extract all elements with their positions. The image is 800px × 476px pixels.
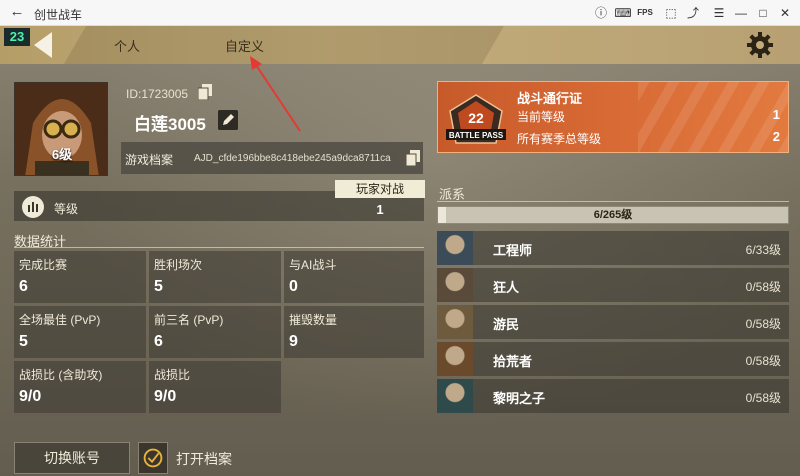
game-screen: 23 个人 自定义 6级 ID:1723005 白莲3005 游戏档案 AJD_… <box>0 26 800 476</box>
window-title: 创世战车 <box>34 8 83 22</box>
faction-progress-bar: 6/265级 <box>437 206 789 224</box>
player-level-badge: 23 <box>4 28 30 46</box>
stat-label: 战损比 <box>154 368 191 382</box>
stat-matches-completed: 完成比赛 6 <box>14 251 146 303</box>
stat-value: 9/0 <box>154 388 177 405</box>
minimize-icon[interactable]: — <box>732 4 750 22</box>
tab-personal[interactable]: 个人 <box>114 36 140 55</box>
stat-kd-assists: 战损比 (含助攻) 9/0 <box>14 361 146 413</box>
back-arrow-icon[interactable]: ← <box>8 3 26 21</box>
faction-name: 拾荒者 <box>493 354 533 369</box>
stat-value: 6 <box>19 278 28 295</box>
faction-row-scavengers[interactable]: 拾荒者 0/58级 <box>437 342 789 376</box>
copy-id-icon[interactable] <box>198 84 212 100</box>
battle-pass-emblem-icon: 22 BATTLE PASS <box>446 94 506 144</box>
edit-name-icon[interactable] <box>218 110 238 130</box>
faction-row-lunatics[interactable]: 狂人 0/58级 <box>437 268 789 302</box>
help-icon[interactable]: ⓘ <box>592 4 610 22</box>
stat-mvp: 全场最佳 (PvP) 5 <box>14 306 146 358</box>
close-icon[interactable]: ✕ <box>776 4 794 22</box>
player-name: 白莲3005 <box>134 115 206 134</box>
archive-code: AJD_cfde196bbe8c418ebe245a9dca8711ca <box>194 153 391 164</box>
stat-ai-battles: 与AI战斗 0 <box>284 251 424 303</box>
stat-label: 摧毁数量 <box>289 313 338 327</box>
menu-icon[interactable]: ☰ <box>710 4 728 22</box>
player-id: ID:1723005 <box>126 87 189 101</box>
stat-value: 0 <box>289 278 298 295</box>
keyboard-icon[interactable]: ⌨ <box>614 4 632 22</box>
stat-label: 全场最佳 (PvP) <box>19 313 101 327</box>
stat-top-three: 前三名 (PvP) 6 <box>149 306 281 358</box>
archive-label: 游戏档案 <box>125 153 174 167</box>
faction-level: 0/58级 <box>745 280 781 294</box>
window-titlebar: ← 创世战车 ⓘ ⌨ FPS ⬚ ⤴ ☰ — □ ✕ <box>0 0 800 26</box>
faction-portrait <box>437 268 473 302</box>
stat-value: 9 <box>289 333 298 350</box>
faction-name: 黎明之子 <box>493 391 546 406</box>
pin-icon[interactable]: ⤴ <box>684 4 702 22</box>
tab-custom[interactable]: 自定义 <box>225 36 264 55</box>
stat-label: 前三名 (PvP) <box>154 313 224 327</box>
faction-name: 工程师 <box>493 243 533 258</box>
stat-wins: 胜利场次 5 <box>149 251 281 303</box>
pvp-level-value: 1 <box>376 202 384 217</box>
open-archive-button[interactable]: 打开档案 <box>176 449 232 469</box>
battle-pass-total-value: 2 <box>772 129 780 144</box>
pvp-header: 玩家对战 <box>335 180 425 198</box>
stat-value: 9/0 <box>19 388 42 405</box>
stat-kd: 战损比 9/0 <box>149 361 281 413</box>
battle-pass-number: 22 <box>468 110 484 126</box>
faction-divider <box>437 201 789 202</box>
level-label: 等级 <box>54 202 79 216</box>
stat-label: 胜利场次 <box>154 258 203 272</box>
faction-name: 狂人 <box>493 280 520 295</box>
open-archive-icon[interactable] <box>138 442 168 474</box>
faction-row-engineers[interactable]: 工程师 6/33级 <box>437 231 789 265</box>
fullscreen-icon[interactable]: ⬚ <box>662 4 680 22</box>
stat-value: 5 <box>154 278 163 295</box>
battle-pass-current-value: 1 <box>772 107 780 122</box>
stats-divider <box>14 247 424 248</box>
faction-portrait <box>437 231 473 265</box>
faction-name: 游民 <box>493 317 520 332</box>
battle-pass-total-label: 所有赛季总等级 <box>517 132 602 146</box>
faction-row-dawns-children[interactable]: 黎明之子 0/58级 <box>437 379 789 413</box>
stat-label: 完成比赛 <box>19 258 68 272</box>
player-avatar[interactable]: 6级 <box>14 82 108 176</box>
faction-level: 0/58级 <box>745 391 781 405</box>
faction-portrait <box>437 305 473 339</box>
battle-pass-current-label: 当前等级 <box>517 110 566 124</box>
copy-archive-icon[interactable] <box>406 150 420 166</box>
fps-icon[interactable]: FPS <box>636 4 654 22</box>
settings-gear-icon[interactable] <box>746 31 774 59</box>
maximize-icon[interactable]: □ <box>754 4 772 22</box>
faction-portrait <box>437 379 473 413</box>
faction-level: 0/58级 <box>745 317 781 331</box>
faction-progress-text: 6/265级 <box>593 209 633 221</box>
faction-level: 6/33级 <box>745 243 781 257</box>
nav-back-icon[interactable] <box>30 30 56 60</box>
stat-value: 6 <box>154 333 163 350</box>
switch-account-button[interactable]: 切换账号 <box>14 442 130 474</box>
faction-portrait <box>437 342 473 376</box>
top-nav: 23 个人 自定义 <box>0 26 800 64</box>
faction-level: 0/58级 <box>745 354 781 368</box>
stat-value: 5 <box>19 333 28 350</box>
avatar-level: 6级 <box>51 147 73 162</box>
annotation-arrow <box>250 56 301 132</box>
battle-pass-title: 战斗通行证 <box>517 91 583 106</box>
stat-destroyed: 摧毁数量 9 <box>284 306 424 358</box>
stat-label: 战损比 (含助攻) <box>19 368 103 382</box>
stat-label: 与AI战斗 <box>289 258 337 272</box>
faction-row-nomads[interactable]: 游民 0/58级 <box>437 305 789 339</box>
battle-pass-text: BATTLE PASS <box>449 131 504 140</box>
level-laurel-icon <box>22 196 44 218</box>
